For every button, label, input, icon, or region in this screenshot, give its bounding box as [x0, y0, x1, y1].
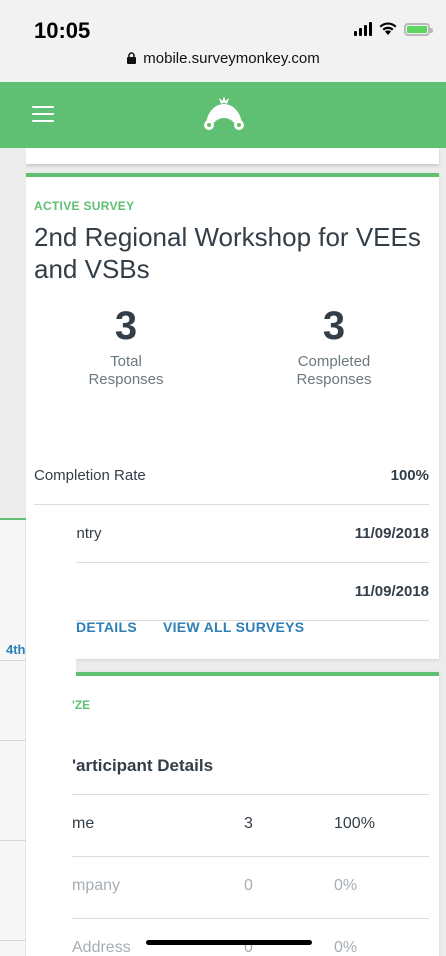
- status-icons: [354, 22, 433, 36]
- background-page-strip: [0, 520, 26, 956]
- details-link[interactable]: DETAILS: [76, 619, 137, 635]
- field-name: me: [72, 815, 95, 832]
- field-count: 3: [244, 815, 253, 832]
- battery-icon: [404, 22, 433, 36]
- survey-title[interactable]: 2nd Regional Workshop for VEEs and VSBs: [34, 221, 424, 285]
- field-name: mpany: [72, 877, 121, 894]
- participant-row[interactable]: Address 0 0%: [72, 918, 429, 956]
- completion-rate-row: Completion Rate 100%: [34, 447, 429, 505]
- completed-responses-label: Completed Responses: [296, 353, 372, 388]
- wifi-icon: [379, 22, 397, 35]
- row-value: 11/09/2018: [354, 583, 429, 600]
- total-responses-number: 3: [114, 304, 138, 348]
- analyze-label: 'ZE: [72, 698, 91, 712]
- completed-responses-stat: 3 Completed Responses: [234, 303, 434, 389]
- completed-responses-number: 3: [322, 304, 346, 348]
- signal-icon: [354, 22, 372, 36]
- card-actions: DETAILS VIEW ALL SURVEYS: [76, 619, 304, 635]
- status-bar: 10:05 mobile.surveymonkey.com: [0, 0, 446, 82]
- row-label: Completion Rate: [34, 467, 146, 484]
- hamburger-menu-icon[interactable]: [32, 106, 54, 122]
- field-percent: 100%: [334, 815, 375, 832]
- total-responses-stat: 3 Total Responses: [26, 303, 226, 389]
- analyze-card: 'ZE 'articipant Details me 3 100% mpany …: [26, 672, 439, 956]
- total-responses-label: Total Responses: [88, 353, 164, 388]
- status-time: 10:05: [34, 18, 91, 43]
- row-value: 11/09/2018: [354, 525, 429, 542]
- dashboard-content[interactable]: ACTIVE SURVEY 2nd Regional Workshop for …: [26, 148, 446, 956]
- created-row: ed 11/09/2018: [34, 563, 429, 621]
- field-count: 0: [244, 877, 253, 894]
- field-percent: 0%: [334, 877, 358, 894]
- active-survey-card: ACTIVE SURVEY 2nd Regional Workshop for …: [26, 173, 439, 659]
- row-value: 100%: [390, 467, 429, 484]
- field-percent: 0%: [334, 939, 358, 956]
- background-tab-label: 4th: [6, 642, 26, 657]
- address-bar[interactable]: mobile.surveymonkey.com: [0, 50, 446, 67]
- top-nav-bar: [0, 82, 446, 148]
- home-indicator[interactable]: [146, 940, 312, 945]
- participant-row[interactable]: me 3 100%: [72, 794, 429, 856]
- previous-card: [26, 148, 439, 164]
- url-text: mobile.surveymonkey.com: [143, 50, 320, 67]
- lock-icon: [127, 52, 137, 64]
- active-survey-label: ACTIVE SURVEY: [34, 199, 135, 213]
- field-name: Address: [72, 939, 131, 956]
- participant-details-heading: 'articipant Details: [72, 756, 214, 775]
- surveymonkey-logo-icon[interactable]: [200, 92, 248, 136]
- view-all-surveys-link[interactable]: VIEW ALL SURVEYS: [163, 619, 304, 635]
- last-entry-row: Last Entry 11/09/2018: [34, 505, 429, 563]
- participant-row[interactable]: mpany 0 0%: [72, 856, 429, 918]
- slide-panel-edge[interactable]: [26, 506, 76, 686]
